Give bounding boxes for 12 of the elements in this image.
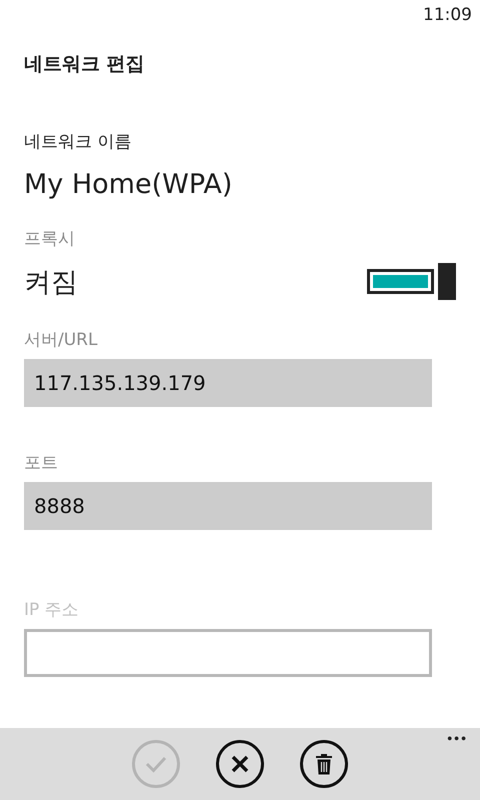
more-button[interactable]: ••• <box>447 730 468 746</box>
field-label: 포트 <box>24 452 59 474</box>
toggle-state-text: 켜짐 <box>24 266 78 300</box>
network-name: My Home(WPA) <box>24 169 232 200</box>
field-label: 서버/URL <box>24 329 98 351</box>
field-label: 프록시 <box>24 228 76 250</box>
input-field[interactable]: 117.135.139.179 <box>24 359 432 407</box>
status-time: 11:09 <box>423 5 472 25</box>
field-label: 네트워크 이름 <box>24 131 132 153</box>
page-title: 네트워크 편집 <box>24 52 146 77</box>
field-label: IP 주소 <box>24 599 80 621</box>
input-field[interactable]: 8888 <box>24 482 432 530</box>
